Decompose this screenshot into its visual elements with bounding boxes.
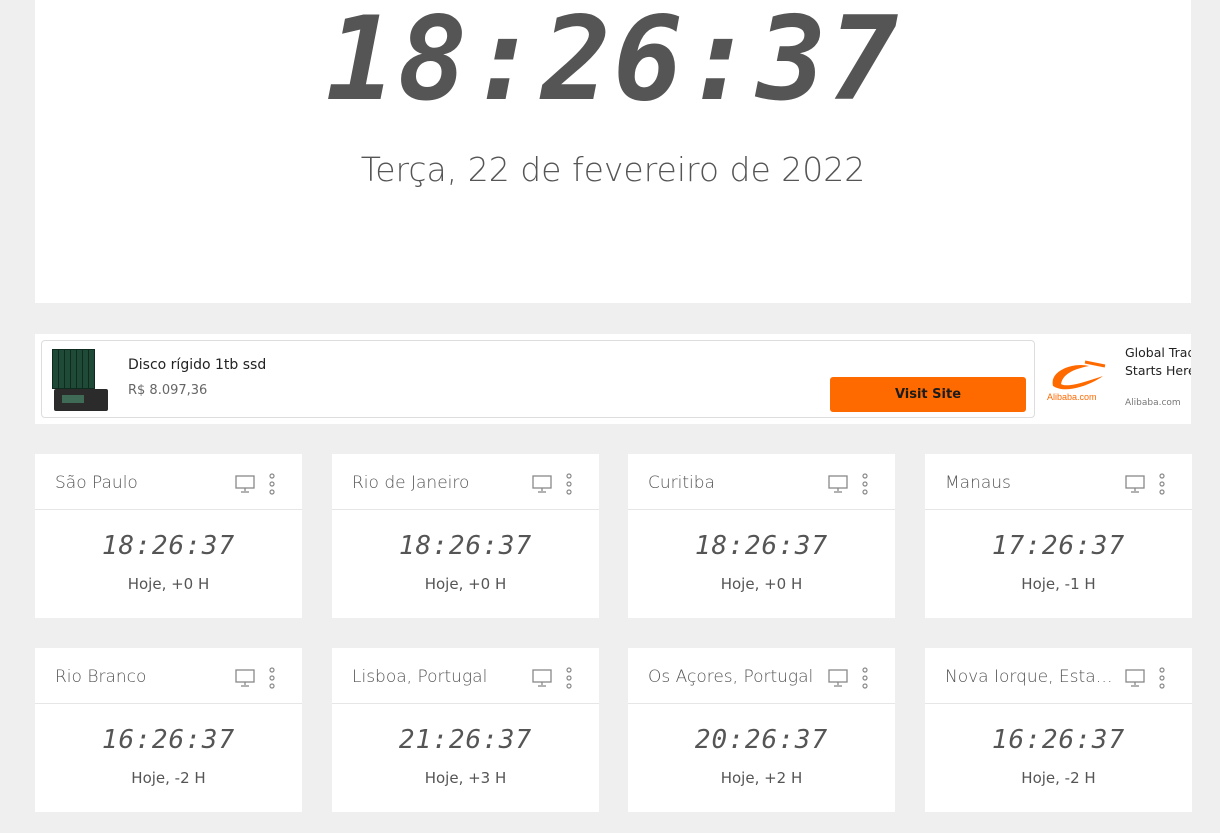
city-card-lisboa: Lisboa, Portugal 21:26:37 Hoje, +3 H [332,648,599,812]
monitor-icon[interactable] [235,475,255,493]
more-vertical-icon[interactable] [858,666,872,690]
city-offset: Hoje, -2 H [131,769,206,787]
monitor-icon[interactable] [828,475,848,493]
ad-product-price: R$ 8.097,36 [128,383,208,398]
city-time: 18:26:37 [398,531,533,561]
city-card-acores: Os Açores, Portugal 20:26:37 Hoje, +2 H [628,648,895,812]
card-header: Manaus [925,454,1192,510]
city-offset: Hoje, +0 H [424,575,507,593]
alibaba-logo-text: Alibaba.com [1047,392,1097,402]
card-header: Curitiba [628,454,895,510]
card-header: Rio de Janeiro [332,454,599,510]
main-clock-panel: 18:26:37 Terça, 22 de fevereiro de 2022 [35,0,1191,303]
card-header: Lisboa, Portugal [332,648,599,704]
city-card-rio-branco: Rio Branco 16:26:37 Hoje, -2 H [35,648,302,812]
ad-card[interactable]: Disco rígido 1tb ssd R$ 8.097,36 Visit S… [41,340,1035,418]
city-time: 16:26:37 [991,725,1126,755]
city-offset: Hoje, +3 H [424,769,507,787]
ad-product-title[interactable]: Disco rígido 1tb ssd [128,357,266,373]
city-name: Os Açores, Portugal [648,667,814,687]
city-time: 20:26:37 [694,725,829,755]
city-name: Manaus [945,473,1011,493]
card-header: Rio Branco [35,648,302,704]
city-name: Curitiba [648,473,715,493]
monitor-icon[interactable] [235,669,255,687]
ssd-stack-image [52,349,96,389]
second-ad-domain: Alibaba.com [1125,398,1181,408]
second-ad-text[interactable]: Global Trad Starts Here [1125,344,1191,380]
monitor-icon[interactable] [532,669,552,687]
main-date: Terça, 22 de fevereiro de 2022 [360,150,866,189]
more-vertical-icon[interactable] [562,666,576,690]
city-offset: Hoje, +0 H [127,575,210,593]
monitor-icon[interactable] [532,475,552,493]
city-offset: Hoje, +2 H [720,769,803,787]
ad-product-image[interactable] [48,345,112,413]
visit-site-button[interactable]: Visit Site [830,377,1026,412]
city-name: Rio Branco [55,667,147,687]
city-card-curitiba: Curitiba 18:26:37 Hoje, +0 H [628,454,895,618]
card-header: Nova Iorque, Estados Unidos [925,648,1192,704]
more-vertical-icon[interactable] [265,666,279,690]
city-time: 17:26:37 [991,531,1126,561]
city-card-manaus: Manaus 17:26:37 Hoje, -1 H [925,454,1192,618]
second-ad-line1: Global Trad [1125,345,1191,360]
city-card-rio-de-janeiro: Rio de Janeiro 18:26:37 Hoje, +0 H [332,454,599,618]
second-ad-line2: Starts Here [1125,363,1191,378]
city-card-sao-paulo: São Paulo 18:26:37 Hoje, +0 H [35,454,302,618]
ad-bar: Disco rígido 1tb ssd R$ 8.097,36 Visit S… [35,334,1191,424]
more-vertical-icon[interactable] [1155,472,1169,496]
city-name: Rio de Janeiro [352,473,470,493]
monitor-icon[interactable] [828,669,848,687]
ssd-drive-image [54,389,108,411]
card-header: Os Açores, Portugal [628,648,895,704]
city-time: 16:26:37 [101,725,236,755]
card-header: São Paulo [35,454,302,510]
more-vertical-icon[interactable] [1155,666,1169,690]
city-name: Lisboa, Portugal [352,667,488,687]
city-time: 18:26:37 [694,531,829,561]
more-vertical-icon[interactable] [562,472,576,496]
city-time: 21:26:37 [398,725,533,755]
city-card-nova-iorque: Nova Iorque, Estados Unidos 16:26:37 Hoj… [925,648,1192,812]
alibaba-logo[interactable]: Alibaba.com [1045,356,1115,406]
monitor-icon[interactable] [1125,475,1145,493]
city-offset: Hoje, -2 H [1021,769,1096,787]
city-name: Nova Iorque, Estados Unidos [945,667,1113,687]
city-time: 18:26:37 [101,531,236,561]
monitor-icon[interactable] [1125,669,1145,687]
more-vertical-icon[interactable] [858,472,872,496]
city-offset: Hoje, +0 H [720,575,803,593]
main-time: 18:26:37 [325,0,901,127]
city-offset: Hoje, -1 H [1021,575,1096,593]
city-name: São Paulo [55,473,138,493]
more-vertical-icon[interactable] [265,472,279,496]
